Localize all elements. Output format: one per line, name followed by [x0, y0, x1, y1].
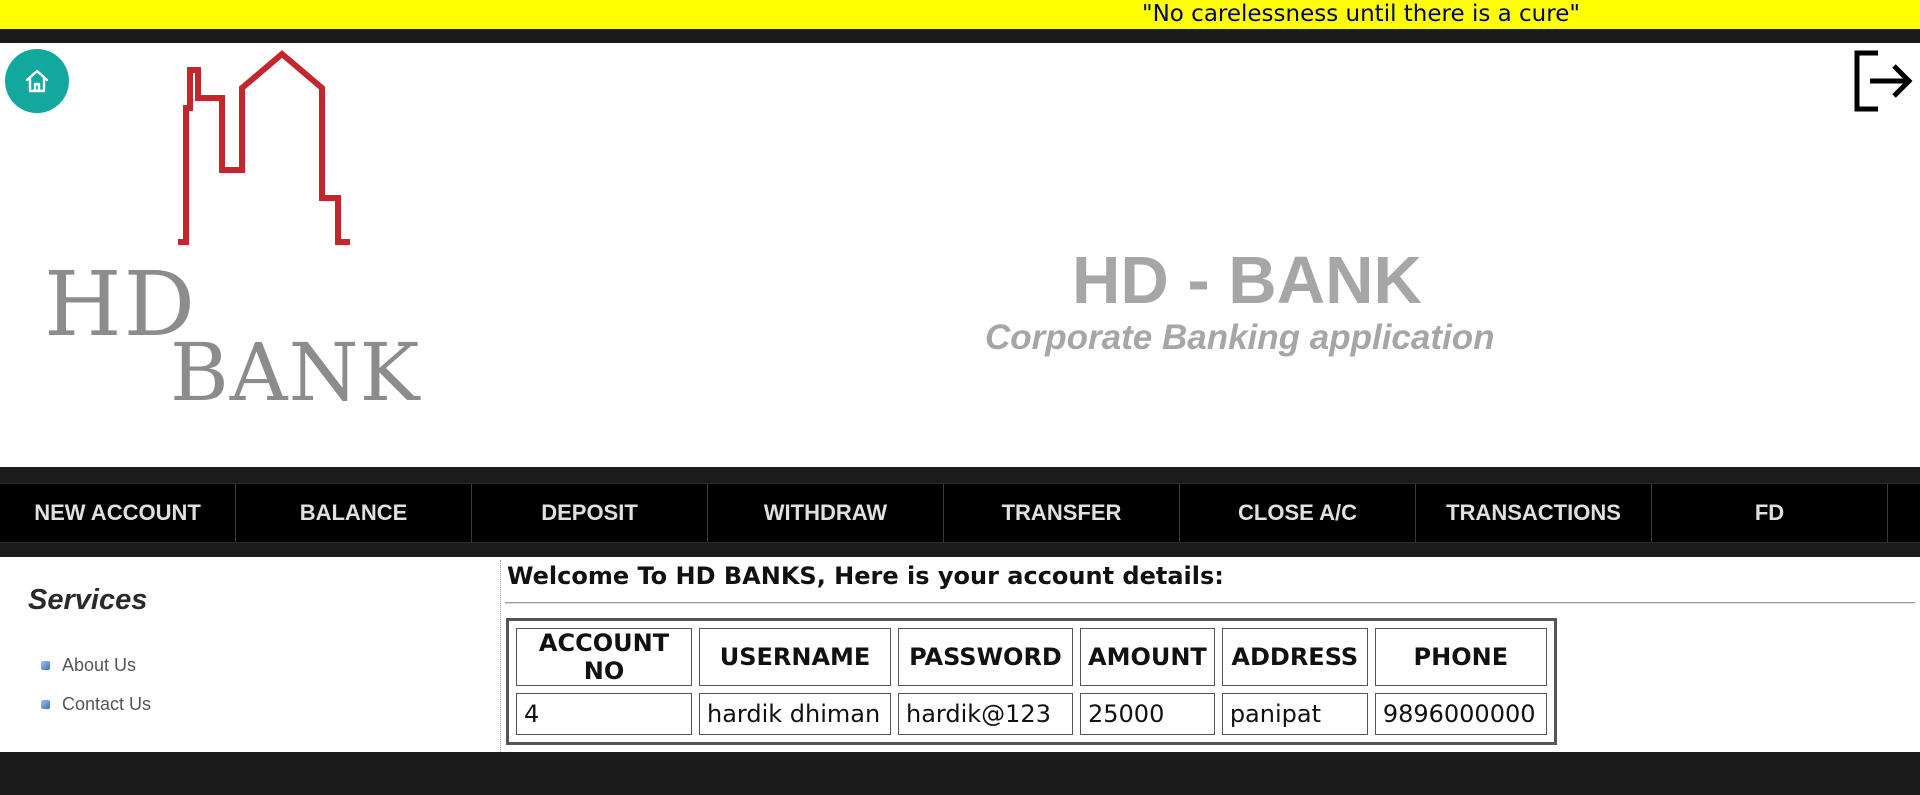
table-cell: hardik dhiman	[699, 693, 891, 735]
table-cell: 9896000000	[1374, 693, 1547, 735]
column-header: USERNAME	[699, 628, 891, 686]
nav-balance[interactable]: BALANCE	[236, 484, 472, 542]
nav-deposit[interactable]: DEPOSIT	[472, 484, 708, 542]
bullet-icon	[41, 661, 50, 670]
home-icon	[25, 69, 49, 93]
nav-withdraw[interactable]: WITHDRAW	[708, 484, 944, 542]
nav-new-account[interactable]: NEW ACCOUNT	[0, 484, 236, 542]
column-header: PHONE	[1374, 628, 1547, 686]
sidebar-title: Services	[28, 584, 148, 616]
bullet-icon	[41, 700, 50, 709]
horizontal-rule	[505, 602, 1915, 604]
welcome-heading: Welcome To HD BANKS, Here is your accoun…	[507, 562, 1224, 590]
content-divider	[500, 560, 501, 752]
column-header: ADDRESS	[1221, 628, 1368, 686]
logo-text-bank: BANK	[170, 326, 421, 419]
marquee-text: "No carelessness until there is a cure"	[1142, 1, 1580, 27]
logo-building-icon	[178, 50, 350, 245]
table-row: 4 hardik dhiman hardik@123 25000 panipat…	[516, 693, 1547, 735]
nav-fd[interactable]: FD	[1652, 484, 1888, 542]
table-cell: hardik@123	[898, 693, 1073, 735]
logout-button[interactable]	[1852, 49, 1914, 113]
table-cell: 4	[516, 693, 692, 735]
nav-transactions[interactable]: TRANSACTIONS	[1416, 484, 1652, 542]
column-header: ACCOUNT NO	[516, 628, 692, 686]
nav-transfer[interactable]: TRANSFER	[944, 484, 1180, 542]
footer	[0, 752, 1920, 795]
bank-subtitle: Corporate Banking application	[985, 318, 1495, 357]
main-nav-wrapper: NEW ACCOUNT BALANCE DEPOSIT WITHDRAW TRA…	[0, 467, 1920, 557]
account-details-table: ACCOUNT NO USERNAME PASSWORD AMOUNT ADDR…	[506, 618, 1557, 745]
logout-icon	[1854, 50, 1913, 112]
main-nav: NEW ACCOUNT BALANCE DEPOSIT WITHDRAW TRA…	[0, 483, 1920, 543]
home-button[interactable]	[5, 49, 69, 113]
sidebar-link-contact-us[interactable]: Contact Us	[62, 694, 151, 715]
column-header: PASSWORD	[898, 628, 1073, 686]
nav-close-account[interactable]: CLOSE A/C	[1180, 484, 1416, 542]
table-cell: panipat	[1221, 693, 1368, 735]
sidebar-link-about-us[interactable]: About Us	[62, 655, 136, 676]
top-bar	[0, 29, 1920, 43]
marquee-banner: "No carelessness until there is a cure"	[0, 0, 1920, 29]
table-header-row: ACCOUNT NO USERNAME PASSWORD AMOUNT ADDR…	[516, 628, 1547, 686]
bank-title: HD - BANK	[1072, 243, 1422, 318]
table-cell: 25000	[1080, 693, 1215, 735]
column-header: AMOUNT	[1080, 628, 1215, 686]
